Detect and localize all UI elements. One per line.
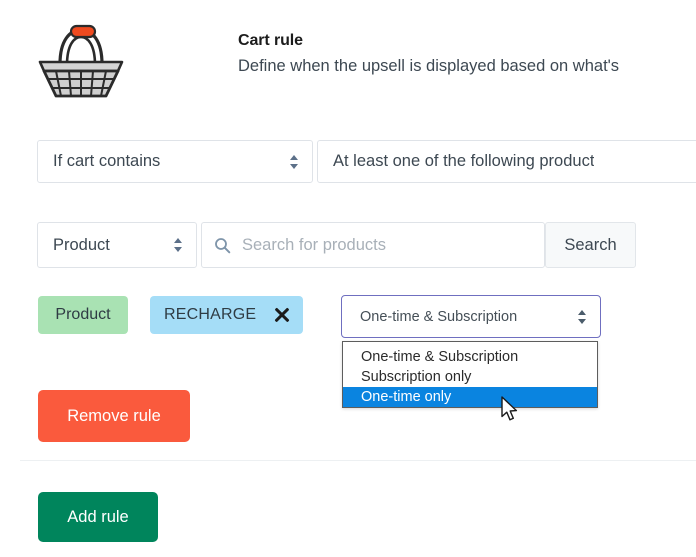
page-description: Define when the upsell is displayed base…: [238, 55, 696, 78]
shopping-basket-icon: [26, 18, 136, 102]
resource-type-badge: Product: [38, 296, 128, 334]
condition-select-value: If cart contains: [53, 152, 160, 171]
match-type-select-value: At least one of the following product: [333, 152, 594, 171]
purchase-type-dropdown-list[interactable]: One-time & Subscription Subscription onl…: [342, 341, 598, 408]
resource-type-badge-label: Product: [55, 306, 110, 324]
remove-rule-button-label: Remove rule: [67, 407, 161, 426]
section-divider: [20, 460, 696, 461]
page-title: Cart rule: [238, 31, 696, 51]
dropdown-option-subscription-only[interactable]: Subscription only: [343, 367, 597, 387]
header-text-block: Cart rule Define when the upsell is disp…: [238, 31, 696, 78]
search-input[interactable]: [242, 236, 522, 255]
search-button[interactable]: Search: [545, 222, 636, 268]
chevron-updown-icon: [174, 237, 183, 253]
product-badge-label: RECHARGE: [164, 306, 256, 324]
close-icon[interactable]: [273, 307, 290, 324]
add-rule-button[interactable]: Add rule: [38, 492, 158, 542]
chevron-updown-icon: [578, 309, 587, 325]
product-badge: RECHARGE: [150, 296, 303, 334]
cart-rule-header: Cart rule Define when the upsell is disp…: [0, 0, 696, 118]
resource-type-select-value: Product: [53, 236, 110, 255]
condition-select[interactable]: If cart contains: [37, 140, 313, 183]
search-field-wrapper[interactable]: [201, 222, 545, 268]
purchase-type-select[interactable]: One-time & Subscription: [341, 295, 601, 338]
search-button-label: Search: [564, 236, 616, 255]
purchase-type-select-wrapper: One-time & Subscription One-time & Subsc…: [341, 295, 601, 338]
purchase-type-select-value: One-time & Subscription: [360, 309, 517, 325]
remove-rule-button[interactable]: Remove rule: [38, 390, 190, 442]
dropdown-option-one-time-and-subscription[interactable]: One-time & Subscription: [343, 347, 597, 367]
dropdown-option-one-time-only[interactable]: One-time only: [343, 387, 597, 407]
chevron-updown-icon: [290, 154, 299, 170]
add-rule-button-label: Add rule: [67, 508, 128, 527]
match-type-select[interactable]: At least one of the following product: [317, 140, 696, 183]
resource-type-select[interactable]: Product: [37, 222, 197, 268]
search-icon: [214, 237, 231, 254]
